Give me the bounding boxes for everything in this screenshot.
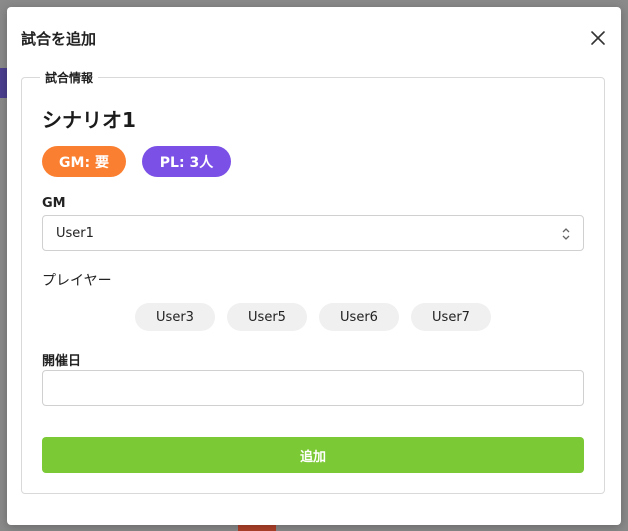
- add-button[interactable]: 追加: [42, 437, 584, 473]
- close-icon: [591, 31, 605, 45]
- players-label: プレイヤー: [42, 273, 112, 289]
- player-chip-list: User3 User5 User6 User7: [42, 303, 584, 331]
- gm-required-badge: GM: 要: [42, 146, 126, 177]
- player-count-badge: PL: 3人: [142, 146, 231, 177]
- add-match-modal: 試合を追加 試合情報 シナリオ1 GM: 要 PL: 3人 GM User1 プ…: [7, 7, 621, 525]
- chevron-up-down-icon: [562, 228, 570, 240]
- date-input[interactable]: [42, 370, 584, 406]
- match-info-section: 試合情報 シナリオ1 GM: 要 PL: 3人 GM User1 プレイヤー U…: [21, 69, 605, 494]
- modal-title: 試合を追加: [21, 30, 97, 48]
- player-chip[interactable]: User3: [135, 303, 215, 331]
- background-fragment: [238, 524, 276, 531]
- section-legend: 試合情報: [40, 69, 99, 86]
- date-field-label: 開催日: [42, 354, 82, 369]
- player-chip[interactable]: User5: [227, 303, 307, 331]
- scenario-name: シナリオ1: [42, 108, 136, 132]
- gm-field-label: GM: [42, 196, 66, 211]
- gm-select-value: User1: [56, 225, 94, 241]
- player-chip[interactable]: User7: [411, 303, 491, 331]
- player-chip[interactable]: User6: [319, 303, 399, 331]
- close-button[interactable]: [587, 27, 609, 49]
- gm-select[interactable]: User1: [42, 215, 584, 251]
